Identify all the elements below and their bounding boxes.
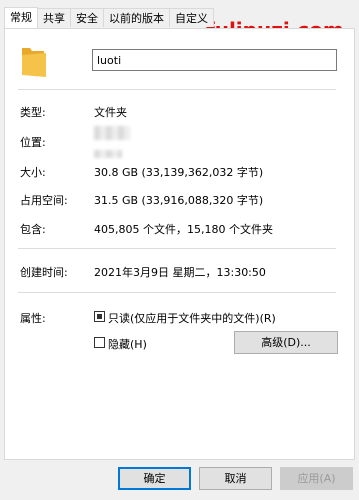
attributes-label: 属性: <box>20 312 46 325</box>
readonly-label[interactable]: 只读(仅应用于文件夹中的文件)(R) <box>108 310 276 326</box>
hidden-label[interactable]: 隐藏(H) <box>108 336 147 352</box>
apply-button[interactable]: 应用(A) <box>280 467 353 490</box>
type-value: 文件夹 <box>94 106 127 119</box>
folder-name-input[interactable] <box>92 49 337 71</box>
advanced-button[interactable]: 高级(D)... <box>234 331 338 354</box>
readonly-checkbox[interactable] <box>94 311 105 322</box>
cancel-button[interactable]: 取消 <box>199 467 272 490</box>
tab-strip: 常规 共享 安全 以前的版本 自定义 <box>4 7 214 28</box>
hidden-checkbox[interactable] <box>94 337 105 348</box>
location-value-redacted-2 <box>94 150 122 158</box>
tab-general[interactable]: 常规 <box>4 7 38 28</box>
disk-size-label: 占用空间: <box>20 194 68 207</box>
divider <box>18 89 336 90</box>
tab-sharing[interactable]: 共享 <box>37 8 71 27</box>
contains-value: 405,805 个文件，15,180 个文件夹 <box>94 223 273 236</box>
size-value: 30.8 GB (33,139,362,032 字节) <box>94 166 264 179</box>
disk-size-value: 31.5 GB (33,916,088,320 字节) <box>94 194 264 207</box>
divider <box>18 292 336 293</box>
ok-button[interactable]: 确定 <box>118 467 191 490</box>
tab-customize[interactable]: 自定义 <box>169 8 214 27</box>
type-label: 类型: <box>20 106 46 119</box>
folder-icon <box>22 48 46 77</box>
tab-previous-versions[interactable]: 以前的版本 <box>103 8 170 27</box>
divider <box>18 248 336 249</box>
location-label: 位置: <box>20 136 46 149</box>
created-label: 创建时间: <box>20 266 68 279</box>
contains-label: 包含: <box>20 223 46 236</box>
size-label: 大小: <box>20 166 46 179</box>
tab-security[interactable]: 安全 <box>70 8 104 27</box>
general-panel <box>4 28 355 460</box>
location-value-redacted <box>94 126 130 140</box>
created-value: 2021年3月9日 星期二，13:30:50 <box>94 266 266 279</box>
